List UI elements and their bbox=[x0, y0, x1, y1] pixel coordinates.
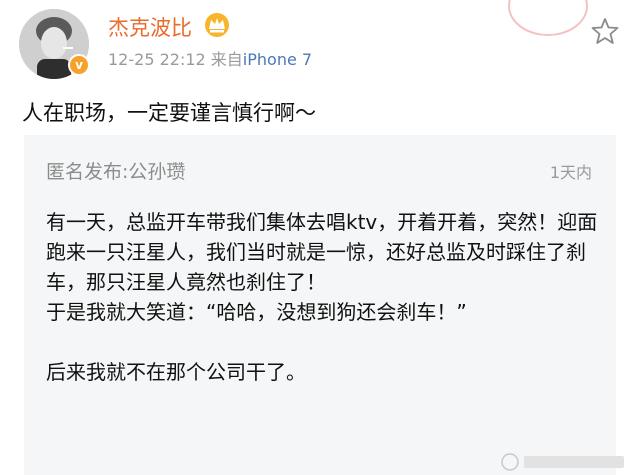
post-text: 人在职场，一定要谨言慎行啊～ bbox=[22, 101, 316, 125]
source-prefix: 来自 bbox=[210, 50, 243, 69]
crown-icon bbox=[205, 13, 229, 37]
star-icon[interactable] bbox=[591, 17, 619, 45]
card-paragraph: 后来我就不在那个公司干了。 bbox=[46, 360, 306, 384]
source-device-link[interactable]: iPhone 7 bbox=[243, 50, 312, 69]
card-paragraph: 有一天，总监开车带我们集体去唱ktv，开着开着，突然！迎面跑来一只汪星人，我们当… bbox=[46, 210, 598, 294]
card-paragraph: 于是我就大笑道：“哈哈，没想到狗还会刹车！” bbox=[46, 300, 467, 324]
verified-badge-icon: v bbox=[68, 54, 90, 76]
bottom-watermark bbox=[496, 448, 636, 474]
card-time: 1天内 bbox=[549, 163, 592, 182]
stamp-watermark bbox=[508, 0, 588, 36]
card-body: 有一天，总监开车带我们集体去唱ktv，开着开着，突然！迎面跑来一只汪星人，我们当… bbox=[46, 207, 602, 387]
card-title: 匿名发布:公孙瓒 bbox=[46, 161, 186, 183]
post-meta: 12-25 22:12 来自iPhone 7 bbox=[108, 46, 312, 70]
quoted-card[interactable]: 匿名发布:公孙瓒 1天内 有一天，总监开车带我们集体去唱ktv，开着开着，突然！… bbox=[24, 135, 616, 475]
username[interactable]: 杰克波比 bbox=[108, 12, 192, 42]
post-timestamp: 12-25 22:12 bbox=[108, 50, 206, 69]
